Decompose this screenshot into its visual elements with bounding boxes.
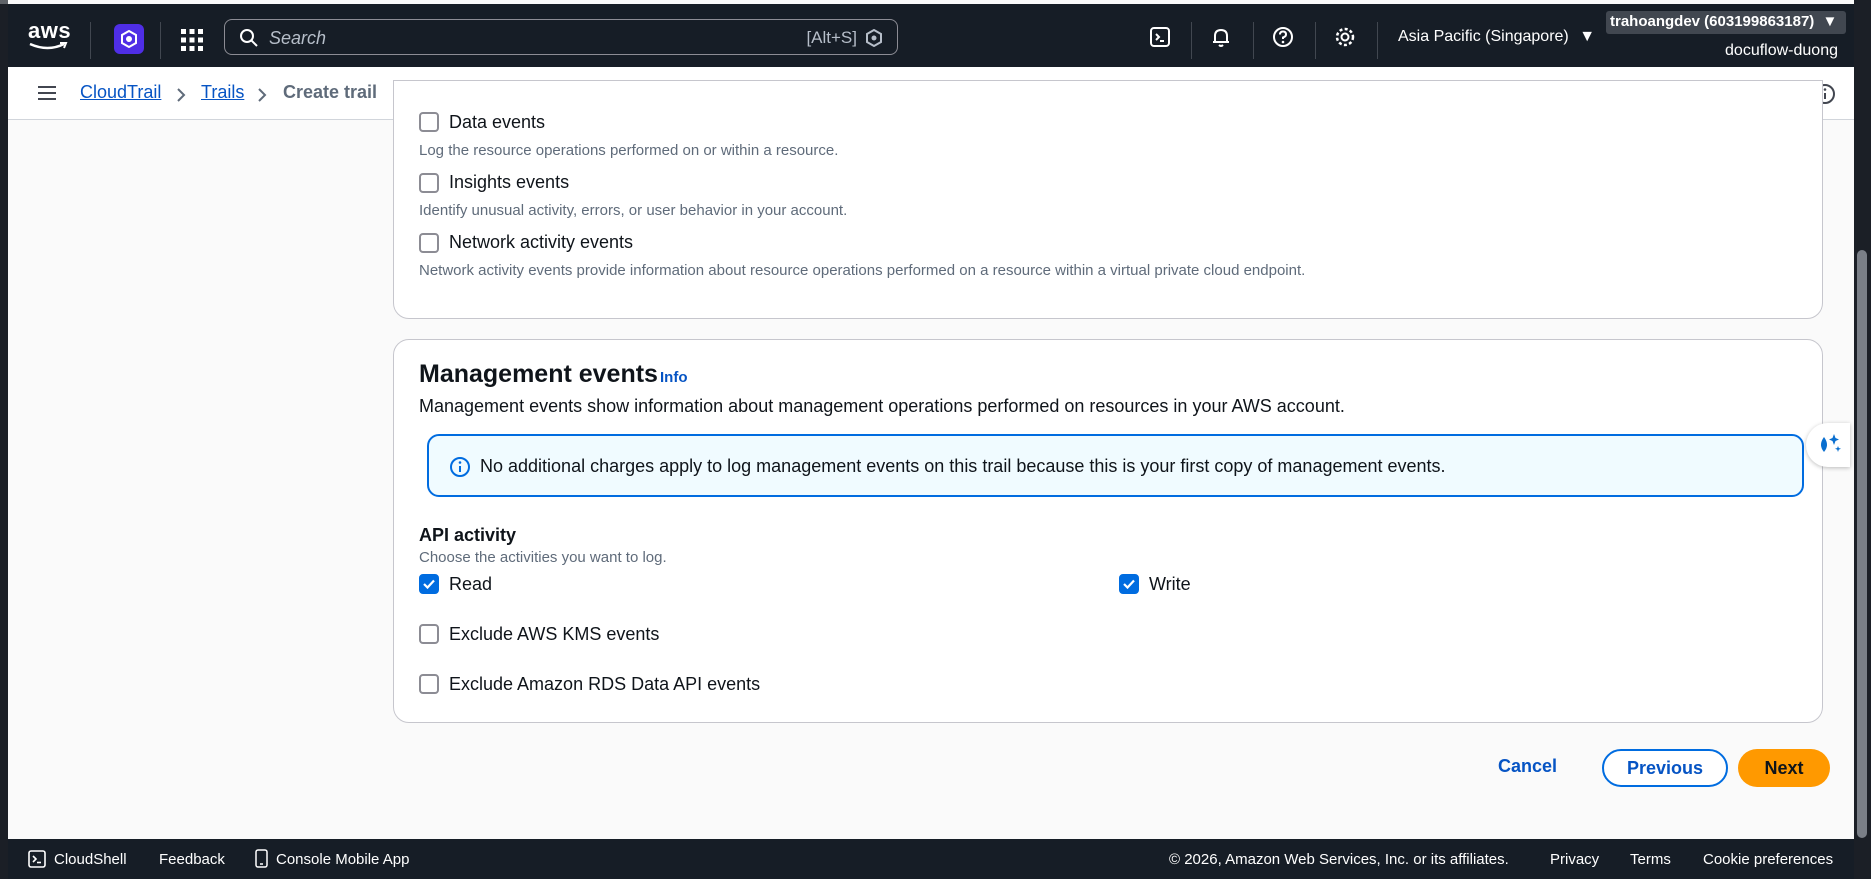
nav-separator [1315, 22, 1316, 59]
footer-mobile-app-link[interactable]: Console Mobile App [276, 851, 409, 868]
account-menu[interactable]: trahoangdev (603199863187) ▼ [1606, 11, 1846, 34]
exclude-rds-label: Exclude Amazon RDS Data API events [449, 674, 761, 694]
data-events-description: Log the resource operations performed on… [419, 142, 839, 159]
exclude-rds-checkbox[interactable] [419, 674, 439, 694]
aws-smile-icon [29, 42, 68, 50]
network-activity-events-description: Network activity events provide informat… [419, 262, 1306, 279]
console-footer: CloudShell Feedback Console Mobile App ©… [8, 839, 1854, 879]
info-alert: No additional charges apply to log manag… [427, 434, 1804, 497]
top-navigation: aws Search [Alt+S] Asia Pacific (Singapo… [8, 4, 1854, 67]
previous-button[interactable]: Previous [1602, 749, 1728, 787]
search-icon [240, 29, 258, 47]
region-label: Asia Pacific (Singapore) [1398, 28, 1569, 45]
footer-cookie-preferences-link[interactable]: Cookie preferences [1703, 851, 1833, 868]
cancel-button[interactable]: Cancel [1498, 756, 1557, 777]
read-checkbox[interactable] [419, 574, 439, 594]
data-events-label: Data events [449, 112, 546, 132]
mobile-phone-icon [255, 849, 268, 868]
breadcrumb-trails[interactable]: Trails [201, 82, 244, 103]
event-types-panel [393, 80, 1823, 319]
nav-separator [1253, 22, 1254, 59]
nav-separator [1191, 22, 1192, 59]
management-events-description: Management events show information about… [419, 396, 1345, 416]
chevron-right-icon [177, 88, 186, 102]
amazon-q-small-icon [866, 29, 882, 47]
breadcrumb-current: Create trail [283, 82, 378, 102]
nav-separator [1377, 22, 1378, 59]
write-label: Write [1149, 574, 1191, 594]
chevron-right-icon [258, 88, 267, 102]
aws-logo[interactable]: aws [28, 18, 72, 52]
account-label: trahoangdev (603199863187) [1610, 13, 1815, 30]
services-grid-icon[interactable] [180, 28, 204, 52]
network-activity-events-label: Network activity events [449, 232, 634, 252]
footer-feedback-link[interactable]: Feedback [159, 851, 225, 868]
breadcrumb-cloudtrail[interactable]: CloudTrail [80, 82, 161, 103]
search-input[interactable]: Search [Alt+S] [224, 19, 898, 55]
insights-events-checkbox[interactable] [419, 173, 439, 193]
amazon-q-icon[interactable] [114, 24, 144, 54]
cloudshell-icon [28, 850, 46, 868]
alert-message: No additional charges apply to log manag… [480, 456, 1446, 476]
scrollbar-thumb[interactable] [1857, 250, 1867, 838]
api-activity-description: Choose the activities you want to log. [419, 549, 667, 566]
menu-hamburger-icon[interactable] [38, 85, 56, 101]
footer-terms-link[interactable]: Terms [1630, 851, 1671, 868]
management-events-title: Management events [419, 360, 658, 388]
data-events-checkbox[interactable] [419, 112, 439, 132]
checkmark-icon [423, 579, 435, 590]
caret-down-icon: ▼ [1822, 13, 1838, 30]
checkmark-icon [1123, 579, 1135, 590]
notifications-bell-icon[interactable] [1208, 24, 1234, 50]
exclude-kms-label: Exclude AWS KMS events [449, 624, 660, 644]
nav-separator [160, 22, 161, 59]
read-label: Read [449, 574, 493, 594]
exclude-kms-checkbox[interactable] [419, 624, 439, 644]
footer-copyright: © 2026, Amazon Web Services, Inc. or its… [1169, 851, 1509, 868]
info-icon [450, 457, 470, 477]
region-selector[interactable]: Asia Pacific (Singapore) ▼ [1398, 28, 1595, 46]
search-shortcut: [Alt+S] [806, 28, 857, 47]
aws-logo-text: aws [28, 18, 72, 43]
insights-events-description: Identify unusual activity, errors, or us… [419, 202, 848, 219]
network-activity-events-checkbox[interactable] [419, 233, 439, 253]
insights-events-label: Insights events [449, 172, 570, 192]
account-alias: docuflow-duong [1725, 42, 1838, 59]
footer-cloudshell-link[interactable]: CloudShell [54, 851, 127, 868]
footer-privacy-link[interactable]: Privacy [1550, 851, 1599, 868]
console-frame: aws Search [Alt+S] Asia Pacific (Singapo… [8, 0, 1854, 879]
assistant-sparkle-icon[interactable] [1806, 423, 1850, 467]
cloudshell-icon[interactable] [1147, 24, 1173, 50]
api-activity-title: API activity [419, 525, 517, 545]
settings-gear-icon[interactable] [1332, 24, 1358, 50]
nav-separator [90, 22, 91, 59]
next-button[interactable]: Next [1738, 749, 1830, 787]
write-checkbox[interactable] [1119, 574, 1139, 594]
search-placeholder: Search [269, 28, 327, 48]
management-events-info-link[interactable]: Info [660, 369, 688, 386]
caret-down-icon: ▼ [1579, 28, 1596, 45]
help-icon[interactable] [1270, 24, 1296, 50]
